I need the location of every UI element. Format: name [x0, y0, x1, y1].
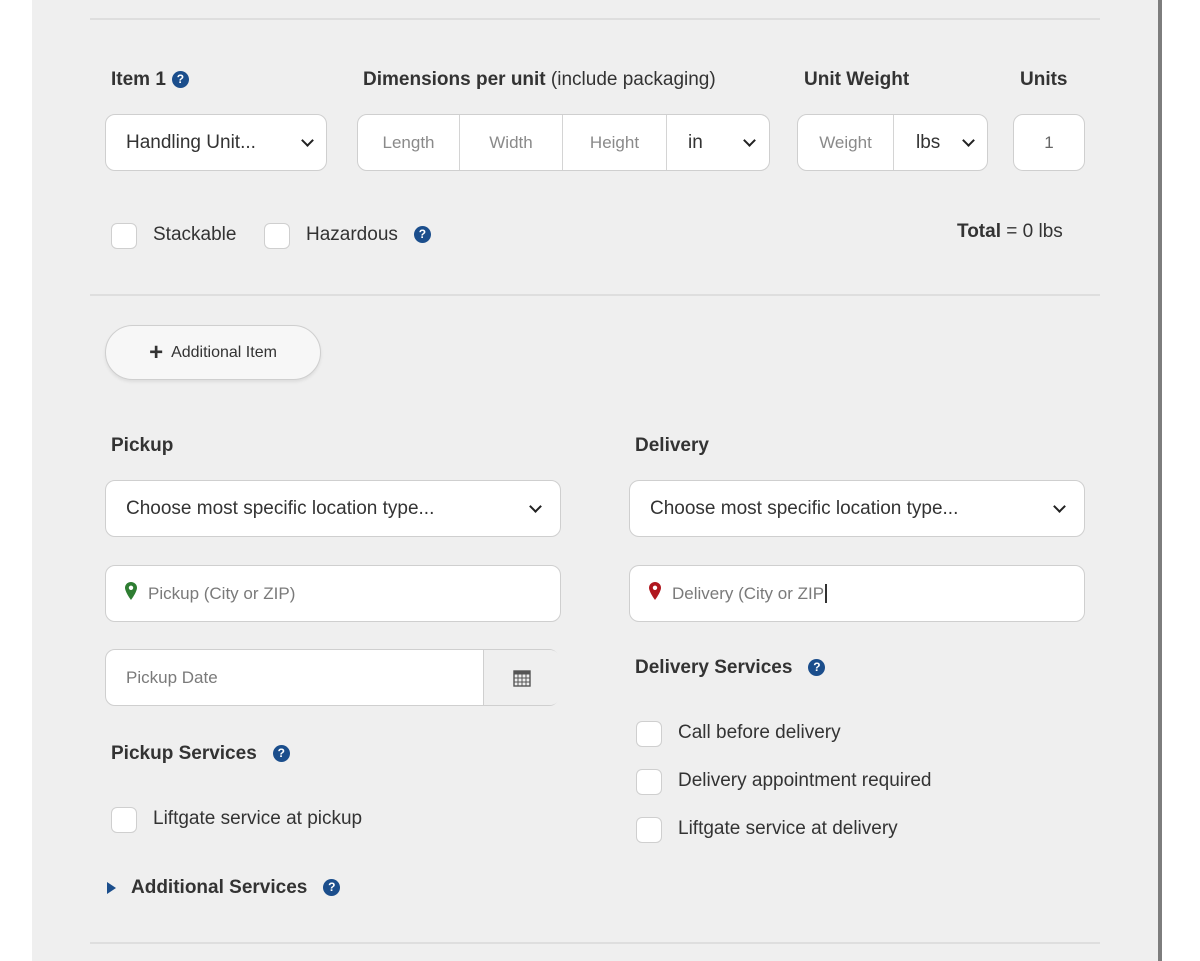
stackable-checkbox[interactable] — [111, 223, 137, 249]
weight-input[interactable]: Weight — [798, 115, 894, 170]
stackable-label: Stackable — [153, 224, 237, 245]
delivery-location-type-select[interactable]: Choose most specific location type... — [629, 480, 1085, 537]
delivery-title: Delivery — [635, 435, 709, 456]
additional-item-label: Additional Item — [171, 343, 277, 361]
liftgate-pickup-label: Liftgate service at pickup — [153, 808, 363, 829]
pickup-location-type-value: Choose most specific location type... — [126, 497, 435, 519]
additional-item-button[interactable]: + Additional Item — [105, 325, 321, 380]
dimensions-note: (include packaging) — [550, 69, 716, 90]
caret-right-icon[interactable] — [107, 882, 116, 894]
item-label: Item 1? — [111, 69, 189, 91]
pickup-services-title-text: Pickup Services — [111, 743, 257, 764]
additional-services-help-icon[interactable]: ? — [323, 879, 341, 896]
calendar-icon — [513, 669, 531, 687]
total-equals: = — [1006, 221, 1018, 242]
hazardous-help-icon[interactable]: ? — [413, 226, 431, 243]
units-label: Units — [1020, 69, 1068, 90]
chevron-down-icon — [1053, 500, 1066, 513]
dimensions-label: Dimensions per unit (include packaging) — [363, 69, 716, 91]
weight-unit-select[interactable]: lbs — [916, 115, 940, 170]
chevron-down-icon — [743, 134, 756, 147]
additional-services-toggle[interactable]: Additional Services? — [131, 877, 341, 899]
item-divider — [90, 294, 1100, 296]
calendar-button[interactable] — [483, 650, 560, 705]
weight-group: Weight lbs — [797, 114, 988, 171]
liftgate-delivery-checkbox[interactable] — [636, 817, 662, 843]
delivery-city-input[interactable]: Delivery (City or ZIP — [629, 565, 1085, 622]
total-label: Total — [957, 221, 1001, 242]
text-cursor — [825, 584, 828, 603]
chevron-down-icon — [529, 500, 542, 513]
handling-unit-select-value: Handling Unit... — [126, 131, 256, 153]
bottom-divider — [90, 942, 1100, 944]
pickup-date-placeholder: Pickup Date — [126, 667, 218, 687]
pickup-services-title: Pickup Services? — [111, 743, 290, 765]
liftgate-pickup-checkbox[interactable] — [111, 807, 137, 833]
hazardous-label-text: Hazardous — [306, 224, 398, 245]
pickup-city-input[interactable]: Pickup (City or ZIP) — [105, 565, 561, 622]
pickup-date-input[interactable]: Pickup Date — [105, 649, 560, 706]
delivery-services-title-text: Delivery Services — [635, 657, 793, 678]
handling-unit-select[interactable]: Handling Unit... — [105, 114, 327, 171]
height-input[interactable]: Height — [563, 115, 667, 170]
item-help-icon[interactable]: ? — [171, 71, 189, 88]
total-weight: Total = 0 lbs — [957, 221, 1063, 243]
dimensions-group: Length Width Height in — [357, 114, 770, 171]
pickup-services-help-icon[interactable]: ? — [272, 745, 290, 762]
pickup-title: Pickup — [111, 435, 174, 456]
dimension-unit-select[interactable]: in — [688, 115, 703, 170]
hazardous-label: Hazardous? — [306, 224, 431, 246]
panel-edge — [1158, 0, 1162, 961]
pickup-city-placeholder: Pickup (City or ZIP) — [148, 583, 296, 603]
additional-services-label: Additional Services — [131, 877, 308, 898]
call-before-delivery-label: Call before delivery — [678, 722, 841, 743]
pickup-location-type-select[interactable]: Choose most specific location type... — [105, 480, 561, 537]
delivery-appointment-label: Delivery appointment required — [678, 770, 932, 791]
delivery-services-help-icon[interactable]: ? — [808, 659, 826, 676]
item-label-text: Item 1 — [111, 69, 166, 90]
dimensions-label-text: Dimensions per unit — [363, 69, 546, 90]
width-input[interactable]: Width — [460, 115, 563, 170]
delivery-appointment-checkbox[interactable] — [636, 769, 662, 795]
delivery-location-type-value: Choose most specific location type... — [650, 497, 959, 519]
delivery-services-title: Delivery Services? — [635, 657, 826, 679]
map-pin-icon — [125, 582, 137, 600]
delivery-city-text: Delivery (City or ZIP — [672, 583, 825, 603]
map-pin-icon — [649, 582, 661, 600]
length-input[interactable]: Length — [358, 115, 460, 170]
chevron-down-icon — [962, 134, 975, 147]
hazardous-checkbox[interactable] — [264, 223, 290, 249]
delivery-city-value: Delivery (City or ZIP — [672, 566, 828, 621]
chevron-down-icon — [301, 134, 314, 147]
call-before-delivery-checkbox[interactable] — [636, 721, 662, 747]
top-divider — [90, 18, 1100, 20]
total-value: 0 lbs — [1022, 221, 1063, 242]
units-input[interactable]: 1 — [1013, 114, 1085, 171]
unit-weight-label: Unit Weight — [804, 69, 910, 90]
liftgate-delivery-label: Liftgate service at delivery — [678, 818, 898, 839]
plus-icon: + — [149, 338, 164, 366]
